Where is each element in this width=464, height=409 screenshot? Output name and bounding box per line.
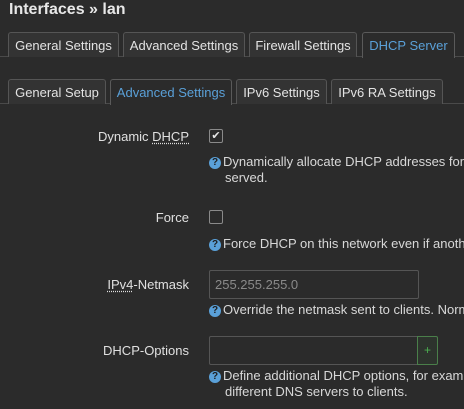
subtab-advanced-settings[interactable]: Advanced Settings [110, 79, 232, 105]
tab-advanced-settings[interactable]: Advanced Settings [123, 32, 245, 57]
dynamic-dhcp-label-text: Dynamic [97, 129, 153, 144]
page-title-separator: » [84, 1, 103, 18]
add-dhcp-option-button[interactable]: + [417, 336, 438, 365]
question-circle-icon: ? [209, 305, 221, 317]
dynamic-dhcp-label: Dynamic DHCP [98, 129, 189, 144]
subtab-ipv6-settings[interactable]: IPv6 Settings [236, 79, 327, 104]
question-circle-icon: ? [209, 371, 221, 383]
page-title-prefix: Interfaces [9, 1, 85, 18]
tab-general-settings[interactable]: General Settings [8, 32, 119, 57]
check-icon: ✔ [211, 130, 221, 142]
force-label: Force [155, 210, 189, 225]
tab-dhcp-server[interactable]: DHCP Server [362, 32, 455, 58]
dhcp-abbr: DHCP [152, 129, 189, 144]
dynamic-dhcp-help-text-1: Dynamically allocate DHCP addresses for [223, 154, 464, 169]
dynamic-dhcp-help-line-1: ? Dynamically allocate DHCP addresses for [209, 154, 464, 170]
dynamic-dhcp-checkbox[interactable]: ✔ [209, 129, 223, 143]
dynamic-dhcp-help: ? Dynamically allocate DHCP addresses for… [209, 154, 464, 186]
subtab-ipv6-ra-settings[interactable]: IPv6 RA Settings [331, 79, 443, 104]
question-circle-icon: ? [209, 239, 221, 251]
force-help-line-1: ? Force DHCP on this network even if anot… [209, 236, 464, 252]
ipv4-netmask-label: IPv4-Netmask [107, 277, 189, 292]
subtab-general-setup[interactable]: General Setup [8, 79, 106, 104]
ipv4-netmask-input[interactable] [209, 270, 419, 299]
ipv4-netmask-help-line-1: ? Override the netmask sent to clients. N… [209, 302, 464, 318]
page-title: Interfaces » lan [9, 1, 126, 19]
force-help-text-1: Force DHCP on this network even if anoth [223, 236, 464, 251]
force-help: ? Force DHCP on this network even if anot… [209, 236, 464, 252]
dhcp-options-label: DHCP-Options [103, 343, 189, 358]
dynamic-dhcp-help-line-2: served. [225, 170, 268, 185]
ipv4-abbr: IPv4 [107, 277, 134, 292]
question-circle-icon: ? [209, 157, 221, 169]
dhcp-options-help-line-2: different DNS servers to clients. [225, 384, 408, 399]
sub-tabbar: General Setup Advanced Settings IPv6 Set… [0, 79, 464, 105]
dhcp-options-input[interactable] [209, 336, 419, 365]
page-title-name: lan [102, 1, 126, 18]
dhcp-options-help-text-1: Define additional DHCP options, for exam [223, 368, 464, 383]
ipv4-netmask-help: ? Override the netmask sent to clients. N… [209, 302, 464, 318]
dhcp-options-help: ? Define additional DHCP options, for exa… [209, 368, 464, 400]
force-checkbox[interactable] [209, 210, 223, 224]
ipv4-netmask-help-text-1: Override the netmask sent to clients. No… [223, 302, 464, 317]
main-tabbar: General Settings Advanced Settings Firew… [0, 32, 464, 58]
dhcp-options-help-line-1: ? Define additional DHCP options, for exa… [209, 368, 464, 384]
ipv4-netmask-label-rest: -Netmask [133, 277, 189, 292]
tab-firewall-settings[interactable]: Firewall Settings [249, 32, 357, 57]
